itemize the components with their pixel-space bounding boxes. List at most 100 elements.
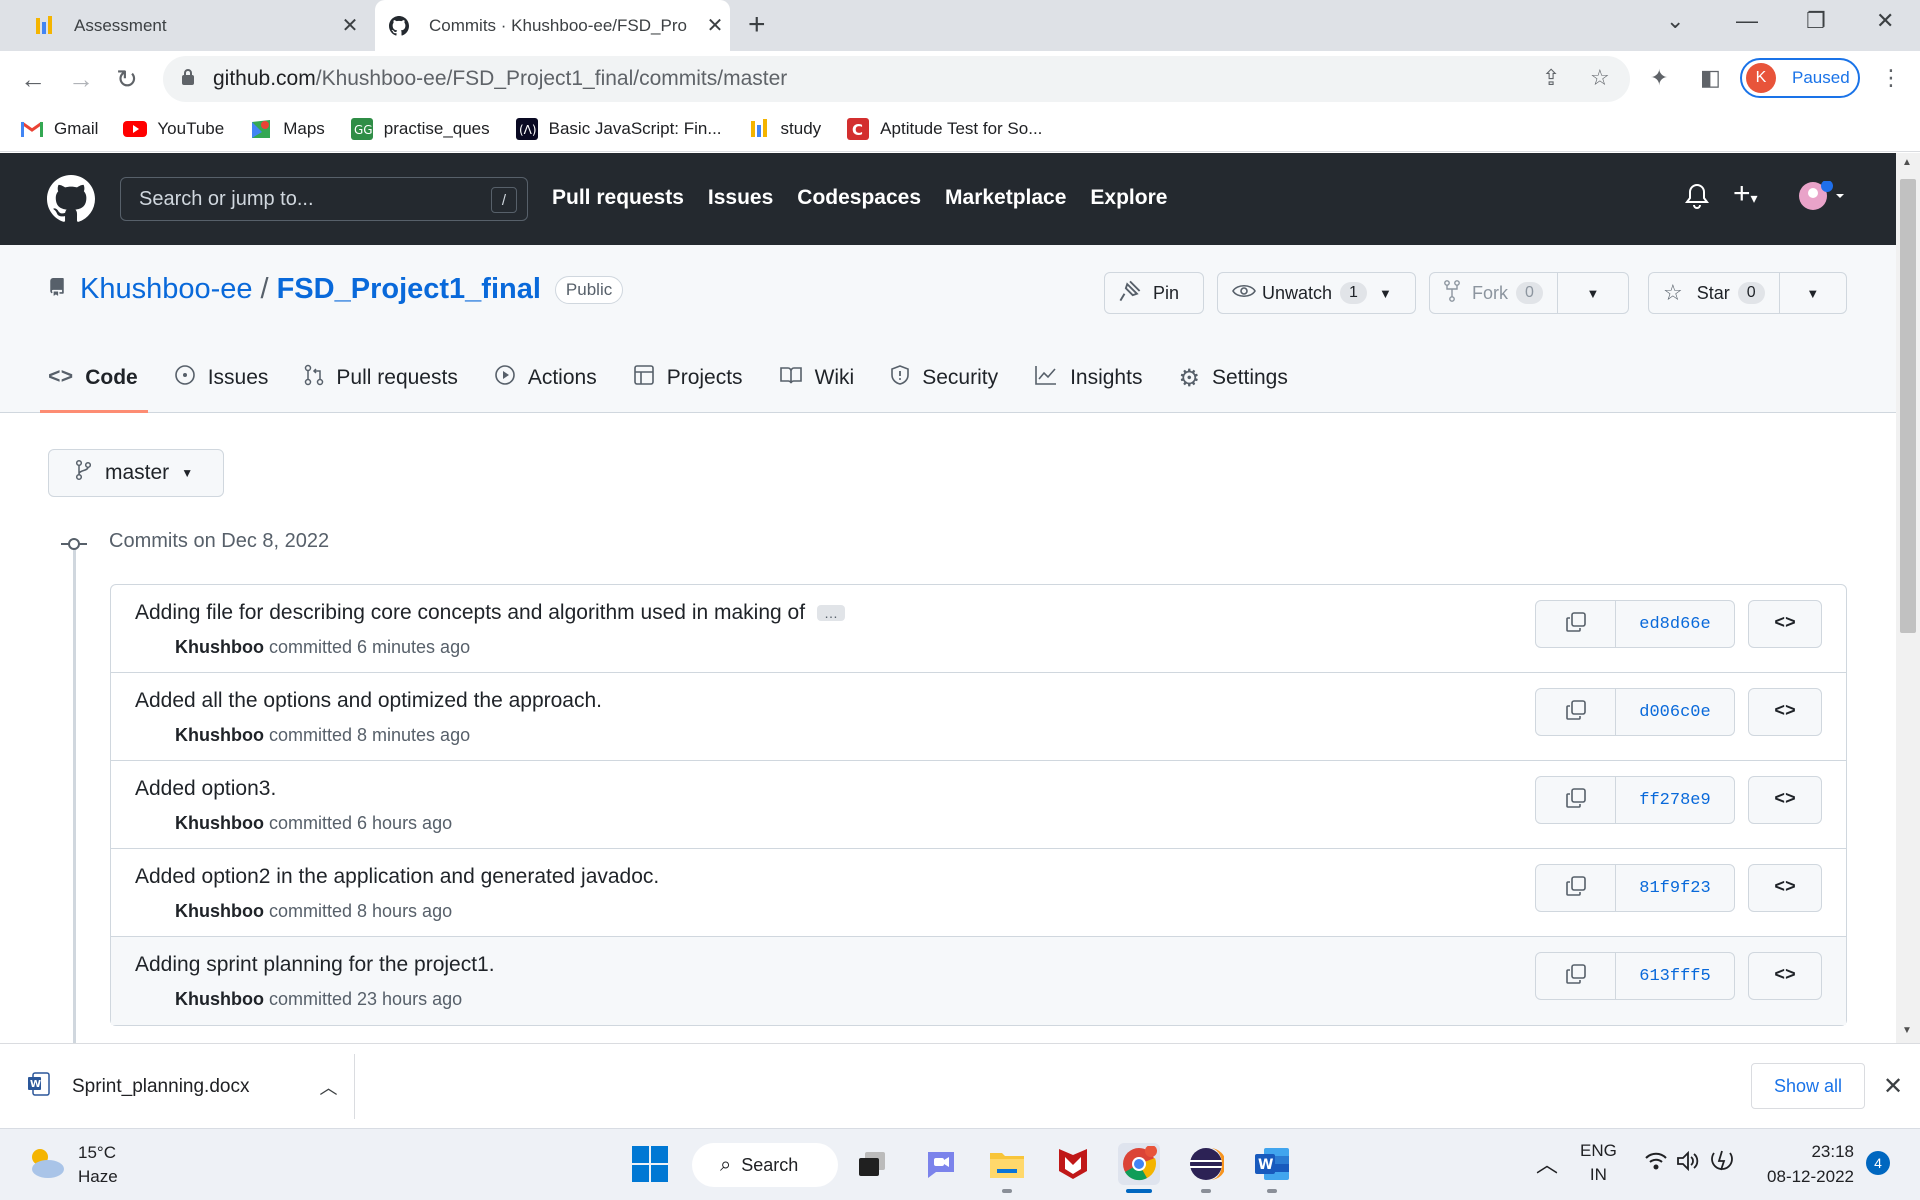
commit-sha-link[interactable]: ed8d66e bbox=[1616, 601, 1734, 647]
tab-settings[interactable]: ⚙ Settings bbox=[1178, 355, 1287, 401]
chevron-up-icon[interactable]: ︿ bbox=[319, 1074, 337, 1100]
browser-tab-commits[interactable]: Commits · Khushboo-ee/FSD_Pro ✕ bbox=[375, 0, 730, 51]
mcafee-icon[interactable] bbox=[1052, 1143, 1094, 1185]
commit-author[interactable]: Khushboo bbox=[175, 725, 264, 745]
copy-sha-button[interactable] bbox=[1536, 953, 1616, 999]
weather-widget[interactable]: 15°C Haze bbox=[26, 1141, 118, 1189]
download-item[interactable]: W Sprint_planning.docx ︿ bbox=[28, 1072, 337, 1102]
copy-sha-button[interactable] bbox=[1536, 601, 1616, 647]
chrome-taskbar-icon[interactable] bbox=[1118, 1143, 1160, 1185]
browse-repo-at-commit-button[interactable]: <> bbox=[1748, 952, 1822, 1000]
tab-code[interactable]: <> Code bbox=[40, 355, 148, 413]
nav-codespaces[interactable]: Codespaces bbox=[797, 186, 921, 210]
bookmark-basic-javascript[interactable]: (Λ) Basic JavaScript: Fin... bbox=[515, 118, 722, 140]
repo-owner-link[interactable]: Khushboo-ee bbox=[80, 273, 253, 306]
wifi-icon[interactable] bbox=[1644, 1151, 1668, 1176]
fork-dropdown-chevron-icon[interactable]: ▼ bbox=[1558, 286, 1628, 301]
commit-sha-link[interactable]: ff278e9 bbox=[1616, 777, 1734, 823]
commit-sha-link[interactable]: d006c0e bbox=[1616, 689, 1734, 735]
user-avatar[interactable] bbox=[1798, 180, 1846, 218]
bookmark-gmail[interactable]: Gmail bbox=[20, 119, 98, 139]
tab-wiki[interactable]: Wiki bbox=[779, 355, 854, 401]
address-bar[interactable]: github.com/Khushboo-ee/FSD_Project1_fina… bbox=[163, 56, 1630, 102]
commit-message-link[interactable]: Added option3. bbox=[135, 777, 276, 801]
bookmark-maps[interactable]: Maps bbox=[249, 119, 325, 139]
commit-author[interactable]: Khushboo bbox=[175, 813, 264, 833]
extensions-icon[interactable]: ✦ bbox=[1650, 65, 1668, 91]
scroll-up-arrow-icon[interactable]: ▲ bbox=[1902, 157, 1912, 168]
language-indicator[interactable]: ENG IN bbox=[1580, 1139, 1617, 1187]
reload-icon[interactable]: ↻ bbox=[116, 61, 138, 97]
repo-name-link[interactable]: FSD_Project1_final bbox=[277, 273, 541, 306]
create-new-plus-icon[interactable]: +▾ bbox=[1733, 177, 1758, 211]
eclipse-icon[interactable] bbox=[1185, 1143, 1227, 1185]
minimize-icon[interactable]: — bbox=[1736, 8, 1758, 34]
commit-message-link[interactable]: Adding file for describing core concepts… bbox=[135, 601, 805, 624]
copy-sha-button[interactable] bbox=[1536, 689, 1616, 735]
tab-issues[interactable]: Issues bbox=[174, 355, 268, 401]
nav-pull-requests[interactable]: Pull requests bbox=[552, 186, 684, 210]
commit-message-link[interactable]: Added all the options and optimized the … bbox=[135, 689, 602, 713]
notification-count-badge[interactable]: 4 bbox=[1866, 1151, 1890, 1175]
close-tab-icon[interactable]: ✕ bbox=[700, 13, 730, 38]
expand-message-button[interactable]: … bbox=[817, 605, 846, 622]
bookmark-study[interactable]: study bbox=[747, 119, 821, 139]
tab-pull-requests[interactable]: Pull requests bbox=[304, 355, 458, 401]
scroll-down-arrow-icon[interactable]: ▼ bbox=[1902, 1025, 1912, 1036]
browse-repo-at-commit-button[interactable]: <> bbox=[1748, 864, 1822, 912]
scrollbar-thumb[interactable] bbox=[1900, 179, 1916, 633]
restore-icon[interactable]: ❐ bbox=[1806, 8, 1826, 34]
commit-message-link[interactable]: Adding sprint planning for the project1. bbox=[135, 953, 495, 977]
copy-sha-button[interactable] bbox=[1536, 777, 1616, 823]
volume-icon[interactable] bbox=[1676, 1150, 1700, 1176]
side-panel-icon[interactable]: ◧ bbox=[1700, 65, 1721, 91]
commit-author[interactable]: Khushboo bbox=[175, 901, 264, 921]
pin-button[interactable]: Pin bbox=[1104, 272, 1204, 314]
task-view-icon[interactable] bbox=[851, 1143, 893, 1185]
tab-security[interactable]: Security bbox=[890, 355, 998, 401]
commit-sha-link[interactable]: 81f9f23 bbox=[1616, 865, 1734, 911]
profile-button[interactable]: K Paused bbox=[1740, 58, 1860, 98]
show-all-downloads-button[interactable]: Show all bbox=[1751, 1063, 1865, 1109]
commit-sha-link[interactable]: 613fff5 bbox=[1616, 953, 1734, 999]
github-search-input[interactable]: Search or jump to... / bbox=[120, 177, 528, 221]
forward-arrow-icon[interactable]: → bbox=[68, 61, 94, 97]
tab-insights[interactable]: Insights bbox=[1034, 355, 1142, 401]
unwatch-button[interactable]: Unwatch 1 ▼ bbox=[1217, 272, 1416, 314]
nav-issues[interactable]: Issues bbox=[708, 186, 773, 210]
windows-start-icon[interactable] bbox=[629, 1143, 671, 1185]
star-button[interactable]: ☆ Star 0 bbox=[1649, 273, 1780, 313]
back-arrow-icon[interactable]: ← bbox=[20, 61, 46, 97]
teams-chat-icon[interactable] bbox=[920, 1143, 962, 1185]
tab-projects[interactable]: Projects bbox=[633, 355, 743, 401]
battery-charging-icon[interactable] bbox=[1710, 1149, 1736, 1178]
browse-repo-at-commit-button[interactable]: <> bbox=[1748, 776, 1822, 824]
star-dropdown-chevron-icon[interactable]: ▼ bbox=[1780, 286, 1846, 301]
commit-message-link[interactable]: Added option2 in the application and gen… bbox=[135, 865, 659, 889]
fork-button[interactable]: Fork 0 bbox=[1430, 273, 1558, 313]
bookmark-practise-ques[interactable]: GG practise_ques bbox=[350, 118, 490, 140]
bookmark-youtube[interactable]: YouTube bbox=[123, 119, 224, 139]
bookmark-star-icon[interactable]: ☆ bbox=[1590, 65, 1610, 91]
nav-explore[interactable]: Explore bbox=[1090, 186, 1167, 210]
new-tab-icon[interactable]: + bbox=[748, 10, 766, 40]
commit-author[interactable]: Khushboo bbox=[175, 989, 264, 1009]
file-explorer-icon[interactable] bbox=[986, 1143, 1028, 1185]
taskbar-search[interactable]: ⌕ Search bbox=[692, 1143, 838, 1187]
bookmark-aptitude-test[interactable]: C Aptitude Test for So... bbox=[846, 118, 1042, 140]
tab-search-chevron-icon[interactable]: ⌄ bbox=[1666, 8, 1684, 34]
notifications-bell-icon[interactable] bbox=[1685, 183, 1709, 216]
close-tab-icon[interactable]: ✕ bbox=[335, 13, 365, 38]
share-icon[interactable]: ⇪ bbox=[1542, 65, 1560, 91]
nav-marketplace[interactable]: Marketplace bbox=[945, 186, 1066, 210]
page-scrollbar[interactable]: ▲ ▼ bbox=[1896, 153, 1920, 1043]
chrome-menu-icon[interactable]: ⋮ bbox=[1880, 65, 1902, 91]
tab-actions[interactable]: Actions bbox=[494, 355, 597, 401]
show-hidden-icons-chevron-icon[interactable]: ︿ bbox=[1536, 1147, 1558, 1179]
browser-tab-assessment[interactable]: Assessment ✕ bbox=[20, 0, 365, 51]
close-window-icon[interactable]: ✕ bbox=[1876, 8, 1894, 34]
browse-repo-at-commit-button[interactable]: <> bbox=[1748, 688, 1822, 736]
browse-repo-at-commit-button[interactable]: <> bbox=[1748, 600, 1822, 648]
branch-select-button[interactable]: master ▼ bbox=[48, 449, 224, 497]
close-download-bar-icon[interactable]: ✕ bbox=[1883, 1072, 1903, 1101]
